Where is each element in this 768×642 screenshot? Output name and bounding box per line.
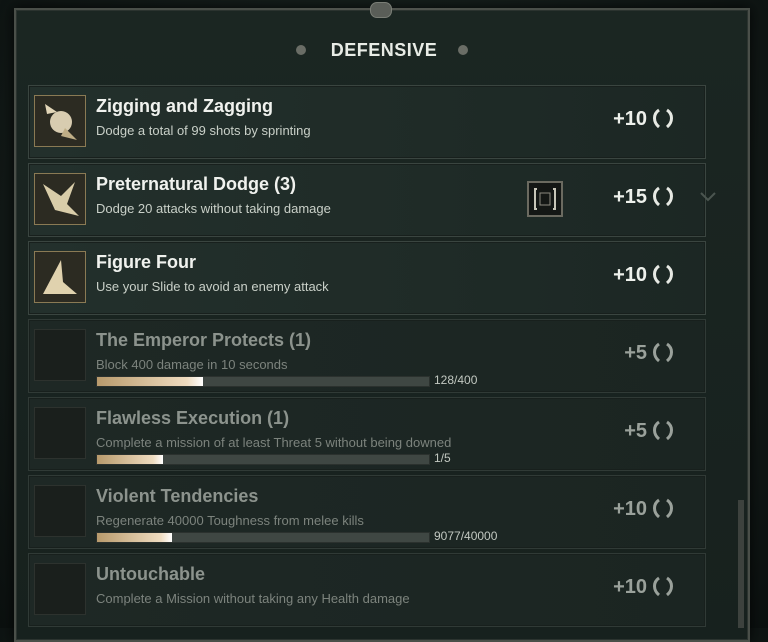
achievement-description: Block 400 damage in 10 seconds [96,357,288,372]
dodging-bird-icon [34,173,86,225]
achievement-title: Untouchable [96,564,206,584]
bracket-icon [527,181,563,217]
achievement-row[interactable]: Figure Four Use your Slide to avoid an e… [28,241,706,315]
reward-points: +5 [624,342,647,364]
progress-bar-fill [97,377,204,386]
achievement-description: Use your Slide to avoid an enemy attack [96,279,329,294]
achievement-description: Dodge a total of 99 shots by sprinting [96,123,311,138]
locked-achievement-icon [34,407,86,459]
achievement-description: Complete a Mission without taking any He… [96,591,410,606]
chevron-down-icon[interactable] [699,190,717,202]
achievement-row[interactable]: Untouchable Complete a Mission without t… [28,553,706,627]
locked-achievement-icon [34,563,86,615]
progress-bar [96,376,430,387]
laurel-icon [653,498,673,519]
achievement-title: The Emperor Protects (1) [96,330,312,350]
progress-text: 9077/40000 [434,529,498,543]
progress-bar [96,454,430,465]
reward-points: +15 [613,186,647,208]
progress-text: 1/5 [434,451,451,465]
category-title: DEFENSIVE [330,40,438,60]
locked-achievement-icon [34,485,86,537]
progress-bar [96,532,430,543]
locked-achievement-icon [34,329,86,381]
achievement-row[interactable]: Violent Tendencies Regenerate 40000 Toug… [28,475,706,549]
skull-right-icon [458,45,468,55]
dodging-figure-icon [34,95,86,147]
reward-points: +10 [613,576,647,598]
progress-bar-fill [97,455,164,464]
achievement-title: Violent Tendencies [96,486,259,506]
achievement-row[interactable]: Preternatural Dodge (3) Dodge 20 attacks… [28,163,716,237]
reward-points: +5 [624,420,647,442]
reward-points: +10 [613,264,647,286]
achievement-row[interactable]: Zigging and Zagging Dodge a total of 99 … [28,85,706,159]
progress-text: 128/400 [434,373,478,387]
laurel-icon [653,576,673,597]
achievement-description: Complete a mission of at least Threat 5 … [96,435,452,450]
achievement-title: Zigging and Zagging [96,96,273,116]
achievement-title: Figure Four [96,252,196,272]
reward-points: +10 [613,108,647,130]
achievement-row[interactable]: The Emperor Protects (1) Block 400 damag… [28,319,706,393]
achievement-title: Preternatural Dodge (3) [96,174,297,194]
scrollbar[interactable] [738,500,744,628]
progress-bar-fill [97,533,173,542]
achievement-description: Regenerate 40000 Toughness from melee ki… [96,513,364,528]
laurel-icon [653,108,673,129]
slide-figure-icon [34,251,86,303]
laurel-icon [653,420,673,441]
achievement-row[interactable]: Flawless Execution (1) Complete a missio… [28,397,706,471]
reward-points: +10 [613,498,647,520]
achievement-title: Flawless Execution (1) [96,408,290,428]
laurel-icon [653,342,673,363]
achievement-description: Dodge 20 attacks without taking damage [96,201,331,216]
skull-ornament-icon [370,2,392,18]
laurel-icon [653,186,673,207]
laurel-icon [653,264,673,285]
